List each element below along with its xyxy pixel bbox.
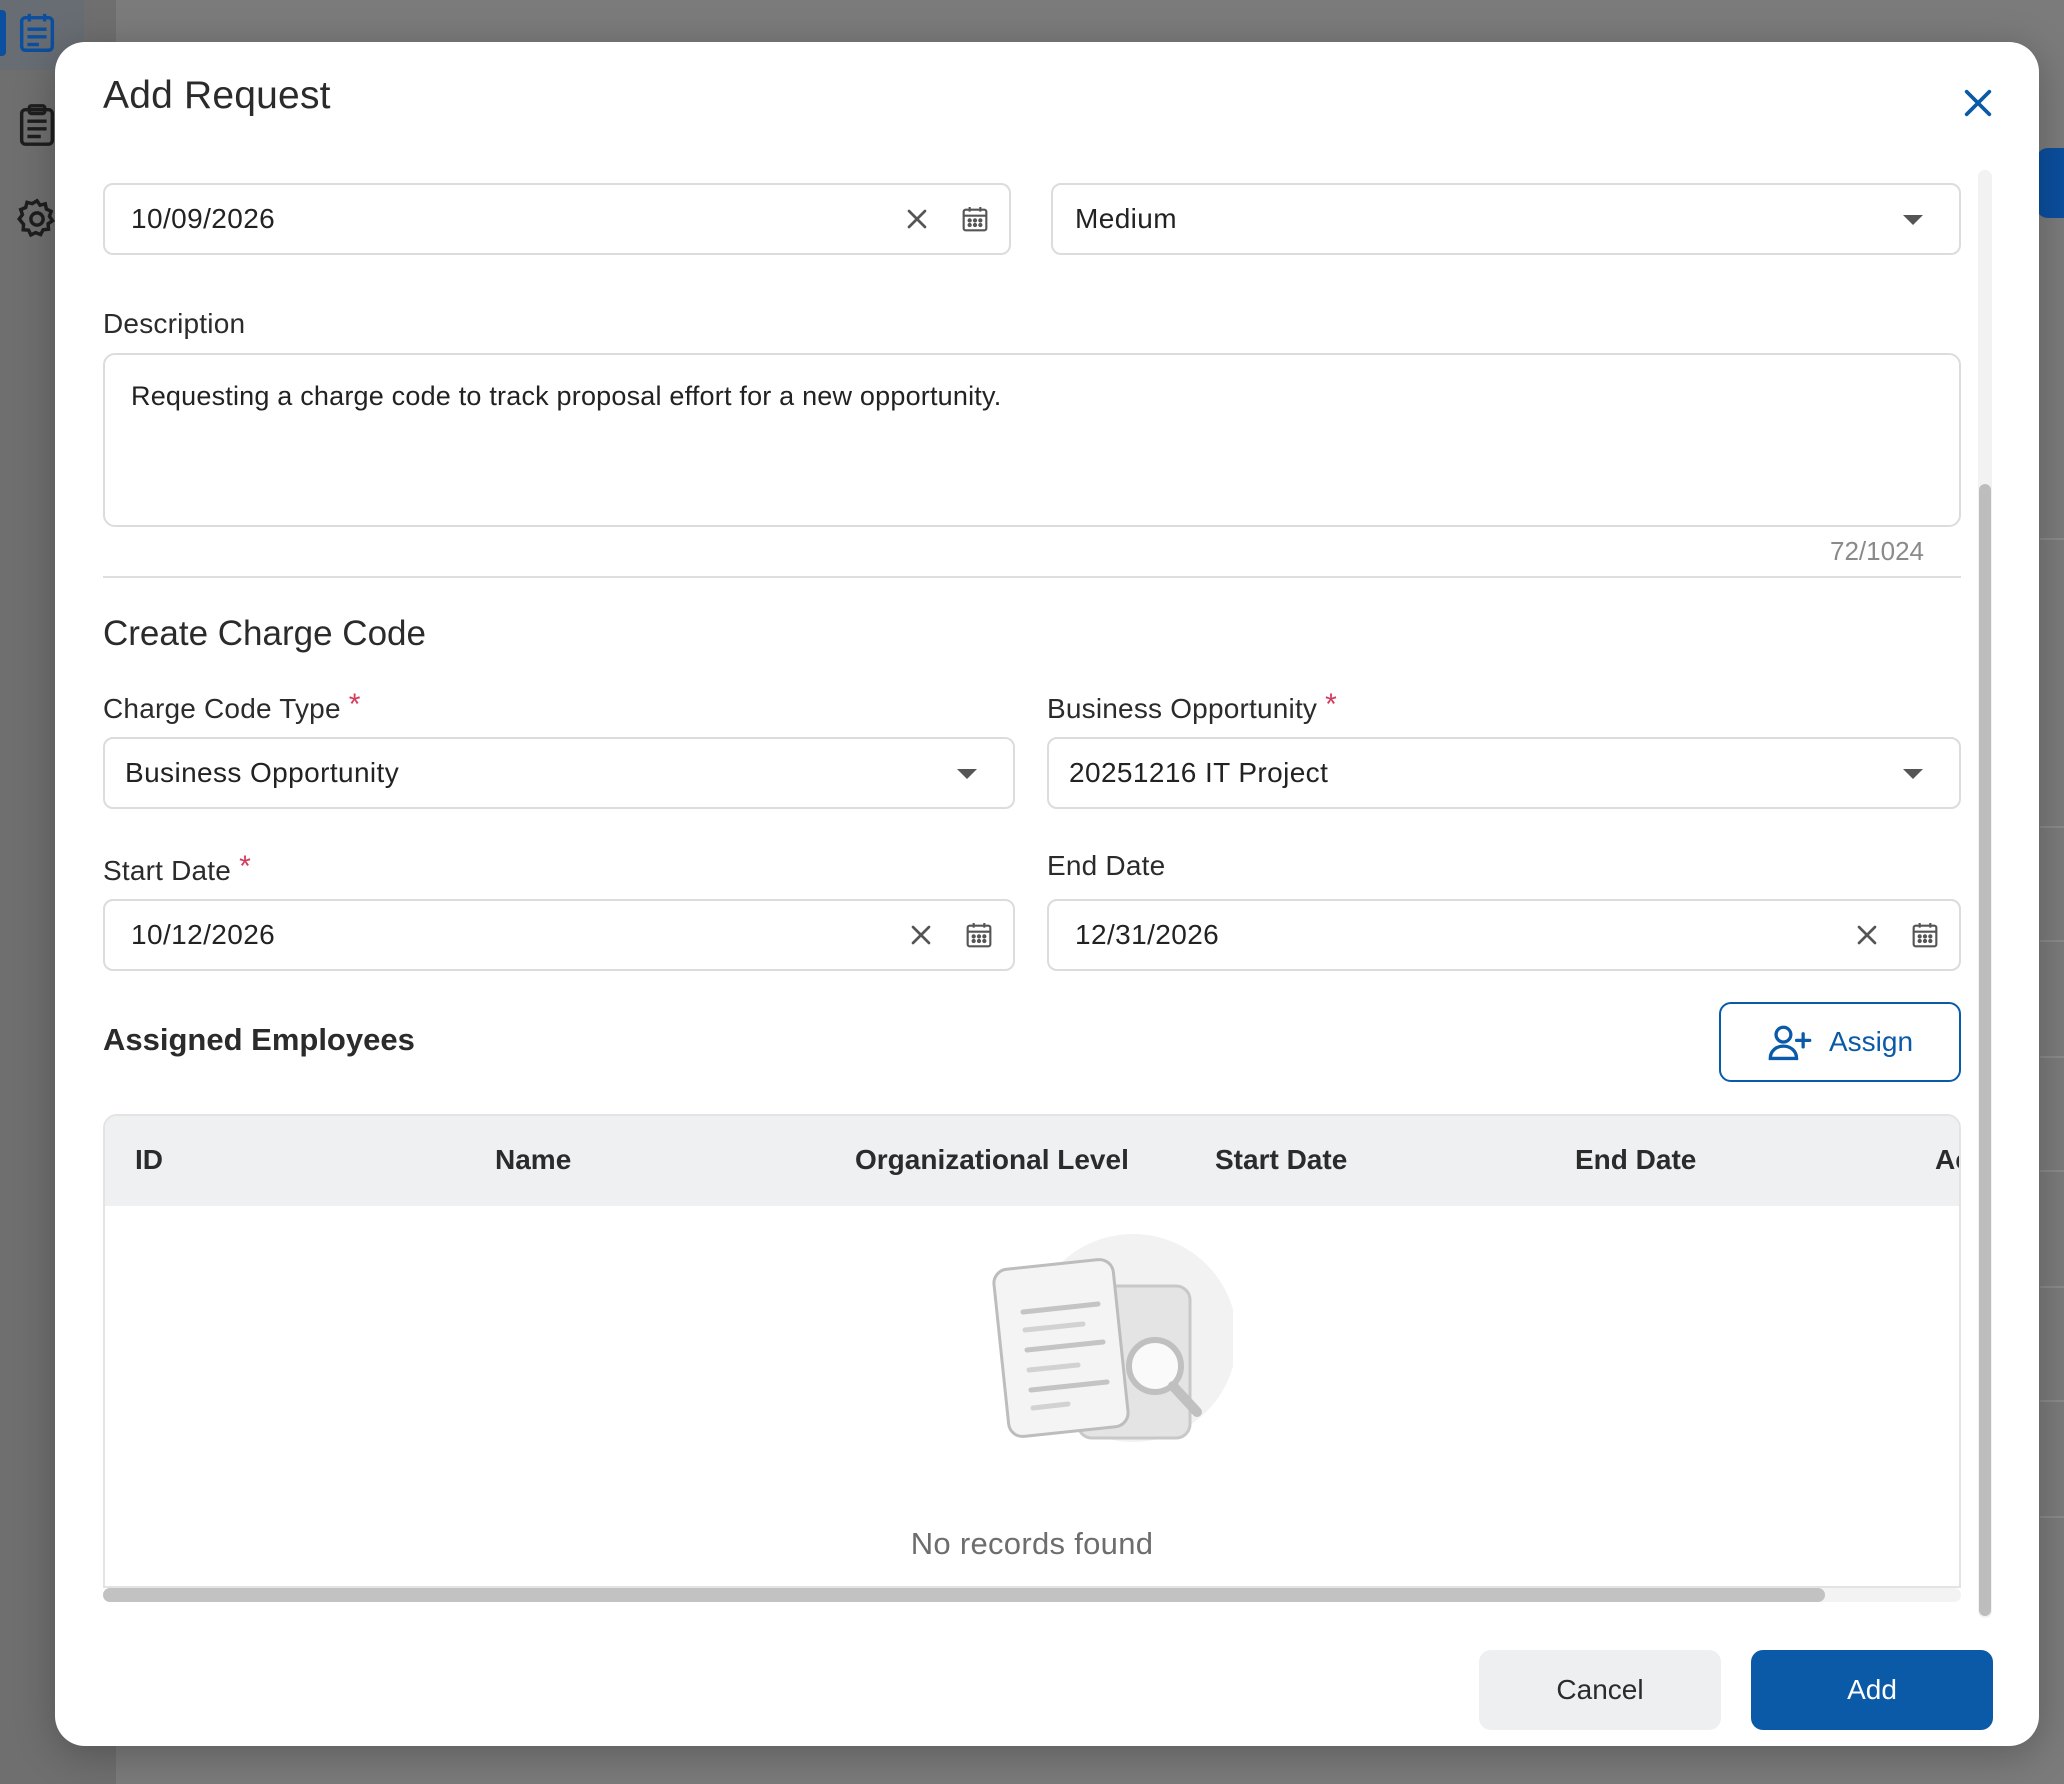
business-opportunity-select[interactable]: 20251216 IT Project bbox=[1047, 737, 1961, 809]
description-label: Description bbox=[103, 308, 246, 339]
clear-icon[interactable] bbox=[901, 203, 933, 235]
section-divider bbox=[103, 576, 1961, 578]
empty-state-text: No records found bbox=[910, 1526, 1154, 1561]
assigned-employees-title: Assigned Employees bbox=[103, 1022, 415, 1057]
assigned-employees-table: ID Name Organizational Level Start Date … bbox=[103, 1114, 1961, 1588]
empty-state: No records found bbox=[105, 1206, 1959, 1586]
calendar-list-icon[interactable] bbox=[14, 10, 60, 56]
calendar-icon[interactable] bbox=[1909, 919, 1941, 951]
add-user-icon bbox=[1768, 1025, 1812, 1061]
assign-button[interactable]: Assign bbox=[1719, 1002, 1961, 1082]
dialog-title: Add Request bbox=[103, 74, 331, 117]
background-divider bbox=[2040, 1400, 2064, 1402]
end-date-input[interactable]: 12/31/2026 bbox=[1047, 899, 1961, 971]
required-mark: * bbox=[239, 850, 251, 883]
cancel-button[interactable]: Cancel bbox=[1479, 1650, 1721, 1730]
close-button[interactable] bbox=[1953, 78, 2003, 128]
background-divider bbox=[2040, 1516, 2064, 1518]
no-records-illustration bbox=[992, 1234, 1233, 1442]
start-date-input[interactable]: 10/12/2026 bbox=[103, 899, 1015, 971]
chevron-down-icon bbox=[957, 769, 977, 779]
description-textarea[interactable]: Requesting a charge code to track propos… bbox=[103, 353, 1961, 527]
column-header-organizational-level[interactable]: Organizational Level bbox=[855, 1144, 1129, 1176]
clipboard-icon[interactable] bbox=[14, 102, 60, 148]
gear-icon[interactable] bbox=[14, 196, 60, 242]
background-divider bbox=[2040, 826, 2064, 828]
chevron-down-icon bbox=[1903, 215, 1923, 225]
required-mark: * bbox=[348, 688, 361, 721]
column-header-end-date[interactable]: End Date bbox=[1575, 1144, 1696, 1176]
column-header-actions[interactable]: Ac bbox=[1935, 1144, 1959, 1176]
column-header-start-date[interactable]: Start Date bbox=[1215, 1144, 1347, 1176]
description-char-counter: 72/1024 bbox=[1830, 536, 1924, 566]
clear-icon[interactable] bbox=[905, 919, 937, 951]
clear-icon[interactable] bbox=[1851, 919, 1883, 951]
required-mark: * bbox=[1325, 688, 1338, 721]
priority-value: Medium bbox=[1075, 203, 1177, 234]
table-scrollbar-thumb[interactable] bbox=[103, 1588, 1825, 1602]
end-date-value: 12/31/2026 bbox=[1075, 919, 1220, 950]
sidebar-active-indicator bbox=[0, 10, 6, 56]
table-horizontal-scrollbar[interactable] bbox=[103, 1588, 1961, 1602]
background-divider bbox=[2040, 1056, 2064, 1058]
business-opportunity-value: 20251216 IT Project bbox=[1069, 757, 1329, 788]
request-date-input[interactable]: 10/09/2026 bbox=[103, 183, 1011, 255]
charge-code-type-select[interactable]: Business Opportunity bbox=[103, 737, 1015, 809]
charge-code-type-label: Charge Code Type * bbox=[103, 688, 361, 724]
business-opportunity-label: Business Opportunity * bbox=[1047, 688, 1338, 724]
priority-select[interactable]: Medium bbox=[1051, 183, 1961, 255]
start-date-label: Start Date * bbox=[103, 850, 251, 886]
dialog-scrollbar-thumb[interactable] bbox=[1979, 484, 1991, 1616]
add-request-dialog: Add Request 10/09/2026 Medium Descriptio… bbox=[55, 42, 2039, 1746]
end-date-label: End Date bbox=[1047, 850, 1166, 881]
assign-button-label: Assign bbox=[1828, 1026, 1914, 1057]
chevron-down-icon bbox=[1903, 769, 1923, 779]
start-date-value: 10/12/2026 bbox=[131, 919, 276, 950]
charge-code-type-value: Business Opportunity bbox=[125, 757, 400, 788]
calendar-icon[interactable] bbox=[963, 919, 995, 951]
table-header: ID Name Organizational Level Start Date … bbox=[105, 1116, 1959, 1206]
background-divider bbox=[2040, 538, 2064, 540]
background-divider bbox=[2040, 1170, 2064, 1172]
background-primary-button bbox=[2036, 148, 2064, 218]
background-divider bbox=[2040, 940, 2064, 942]
background-divider bbox=[2040, 1286, 2064, 1288]
add-button[interactable]: Add bbox=[1751, 1650, 1993, 1730]
column-header-name[interactable]: Name bbox=[495, 1144, 571, 1176]
close-icon bbox=[1964, 89, 1992, 117]
request-date-value: 10/09/2026 bbox=[131, 203, 276, 234]
calendar-icon[interactable] bbox=[959, 203, 991, 235]
column-header-id[interactable]: ID bbox=[135, 1144, 163, 1176]
create-charge-code-title: Create Charge Code bbox=[103, 614, 426, 653]
